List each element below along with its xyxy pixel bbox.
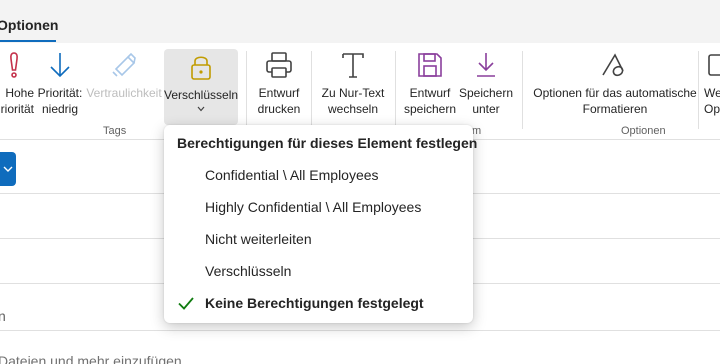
plain-text-button[interactable]: Zu Nur-Text wechseln xyxy=(316,43,390,123)
autoformat-options-button[interactable]: Optionen für das automatische Formatieren xyxy=(530,43,700,123)
encrypt-button[interactable]: Verschlüsseln xyxy=(164,49,238,125)
ribbon-separator xyxy=(246,51,247,129)
ribbon-tab-bar: Optionen xyxy=(0,10,720,43)
save-as-button[interactable]: Speichern unter xyxy=(458,43,514,123)
sensitivity-button[interactable]: Vertraulichkeit xyxy=(86,43,162,123)
more-options-button[interactable]: We Op xyxy=(702,43,720,123)
tab-optionen[interactable]: Optionen xyxy=(0,17,58,33)
menu-title: Berechtigungen für dieses Element festle… xyxy=(177,135,478,151)
ribbon-separator xyxy=(522,51,523,129)
group-label-tags: Tags xyxy=(103,125,127,137)
exclamation-icon xyxy=(10,52,18,78)
chevron-down-icon xyxy=(197,106,205,112)
permissions-dropdown-menu: Berechtigungen für dieses Element festle… xyxy=(164,125,477,323)
menu-item-label: Confidential \ All Employees xyxy=(205,167,379,183)
arrow-down-icon xyxy=(50,53,70,78)
body-hint[interactable]: Dateien und mehr einzufügen xyxy=(0,353,182,364)
print-draft-label: Entwurf drucken xyxy=(257,86,301,116)
title-bar-strip xyxy=(0,0,720,10)
printer-icon xyxy=(266,52,292,78)
active-tab-indicator xyxy=(0,40,56,42)
sensitivity-label: Vertraulichkeit xyxy=(86,86,162,100)
autoformat-options-label: Optionen für das automatische Formatieren xyxy=(533,86,697,116)
menu-item-label: Keine Berechtigungen festgelegt xyxy=(205,295,424,311)
ribbon-separator xyxy=(395,51,396,129)
menu-item-confidential[interactable]: Confidential \ All Employees xyxy=(168,160,469,190)
menu-item-encrypt[interactable]: Verschlüsseln xyxy=(168,256,469,286)
menu-item-do-not-forward[interactable]: Nicht weiterleiten xyxy=(168,224,469,254)
save-as-label: Speichern unter xyxy=(458,86,514,116)
menu-item-no-permissions[interactable]: Keine Berechtigungen festgelegt xyxy=(168,288,469,318)
ribbon-separator xyxy=(311,51,312,129)
checkmark-icon xyxy=(178,297,194,310)
menu-item-label: Highly Confidential \ All Employees xyxy=(205,199,422,215)
chevron-down-icon xyxy=(3,166,13,172)
group-label-options: Optionen xyxy=(621,125,666,137)
high-priority-label: HohePriorität xyxy=(0,86,34,116)
save-icon xyxy=(418,53,442,77)
envelope-icon xyxy=(708,54,720,76)
print-draft-button[interactable]: Entwurf drucken xyxy=(250,43,308,123)
save-as-arrow-icon xyxy=(477,53,495,77)
subject-field[interactable]: n xyxy=(0,308,6,324)
menu-item-highly-confidential[interactable]: Highly Confidential \ All Employees xyxy=(168,192,469,222)
high-priority-button[interactable]: HohePriorität xyxy=(0,43,36,123)
low-priority-label: Priorität: niedrig xyxy=(37,86,83,116)
ribbon-separator xyxy=(698,51,699,129)
text-t-icon xyxy=(342,53,364,78)
save-draft-label: Entwurf speichern xyxy=(403,86,457,116)
autoformat-icon xyxy=(602,53,624,77)
low-priority-button[interactable]: Priorität: niedrig xyxy=(36,43,84,123)
menu-item-label: Nicht weiterleiten xyxy=(205,231,312,247)
save-draft-button[interactable]: Entwurf speichern xyxy=(401,43,459,123)
encrypt-label: Verschlüsseln xyxy=(164,88,239,102)
lock-icon xyxy=(191,56,211,80)
menu-item-label: Verschlüsseln xyxy=(205,263,292,279)
sensitivity-tag-icon xyxy=(112,52,136,77)
send-options-button[interactable] xyxy=(0,152,16,186)
field-divider xyxy=(0,330,720,331)
more-options-label: We Op xyxy=(704,86,720,116)
plain-text-label: Zu Nur-Text wechseln xyxy=(321,86,385,116)
